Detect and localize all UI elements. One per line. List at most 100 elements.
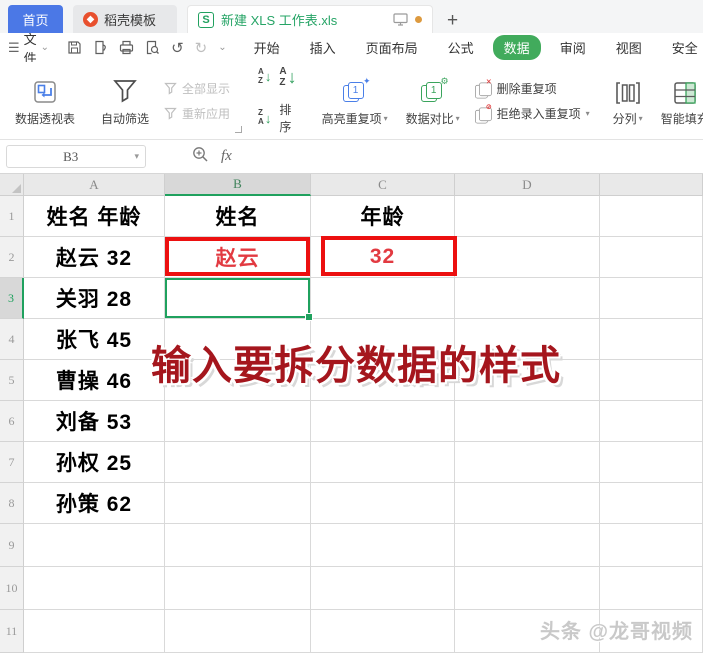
cell-C8[interactable]: [311, 483, 455, 524]
cell-A1[interactable]: 姓名 年龄: [24, 196, 165, 237]
cell-B10[interactable]: [165, 567, 311, 610]
text-to-columns-button[interactable]: 分列 ▾: [604, 62, 652, 139]
cell-D1[interactable]: [455, 196, 600, 237]
cell-E3[interactable]: [600, 278, 703, 319]
cell-E5[interactable]: [600, 360, 703, 401]
file-menu-button[interactable]: ☰ 文件 ⌄: [8, 29, 49, 67]
row-header-3-selected[interactable]: 3: [0, 278, 24, 319]
select-all-corner[interactable]: [0, 174, 24, 196]
cell-D8[interactable]: [455, 483, 600, 524]
smart-fill-button[interactable]: 智能填充: [652, 62, 703, 139]
cell-A10[interactable]: [24, 567, 165, 610]
tab-data-active[interactable]: 数据: [492, 35, 541, 60]
column-header-A[interactable]: A: [24, 174, 165, 196]
sort-ascending-icon[interactable]: AZ ↓: [258, 67, 271, 86]
formula-input[interactable]: [232, 140, 703, 173]
tab-review[interactable]: 审阅: [549, 35, 597, 60]
tab-security[interactable]: 安全: [661, 35, 703, 60]
column-header-C[interactable]: C: [311, 174, 455, 196]
cell-B9[interactable]: [165, 524, 311, 567]
tab-formulas[interactable]: 公式: [437, 35, 485, 60]
cell-D9[interactable]: [455, 524, 600, 567]
name-box[interactable]: B3 ▾: [6, 145, 146, 168]
cell-C6[interactable]: [311, 401, 455, 442]
cell-E10[interactable]: [600, 567, 703, 610]
tab-view[interactable]: 视图: [605, 35, 653, 60]
print-icon[interactable]: [119, 40, 134, 55]
cell-B2-highlighted[interactable]: 赵云: [165, 237, 311, 278]
cell-D3[interactable]: [455, 278, 600, 319]
tab-insert[interactable]: 插入: [299, 35, 347, 60]
reapply-button[interactable]: 重新应用: [164, 105, 230, 122]
cell-C2-highlighted[interactable]: 32: [311, 236, 457, 278]
sort-button-icon[interactable]: AZ ↓: [279, 66, 296, 88]
show-all-button[interactable]: 全部显示: [164, 80, 230, 97]
cell-A7[interactable]: 孙权 25: [24, 442, 165, 483]
cell-D6[interactable]: [455, 401, 600, 442]
cell-E2[interactable]: [600, 237, 703, 278]
cell-C9[interactable]: [311, 524, 455, 567]
cell-B8[interactable]: [165, 483, 311, 524]
row-header-9[interactable]: 9: [0, 524, 24, 567]
row-header-2[interactable]: 2: [0, 237, 24, 278]
row-header-11[interactable]: 11: [0, 610, 24, 653]
cell-B3-selected[interactable]: [165, 278, 313, 321]
sort-descending-icon[interactable]: ZA ↓: [258, 109, 271, 127]
cell-A11[interactable]: [24, 610, 165, 653]
name-box-caret-icon[interactable]: ▾: [134, 151, 145, 162]
cell-B11[interactable]: [165, 610, 311, 653]
cell-A8[interactable]: 孙策 62: [24, 483, 165, 524]
cell-E9[interactable]: [600, 524, 703, 567]
tab-document-active[interactable]: S 新建 XLS 工作表.xls: [187, 5, 433, 33]
cell-E7[interactable]: [600, 442, 703, 483]
tab-page-layout[interactable]: 页面布局: [355, 35, 429, 60]
cell-D2[interactable]: [455, 237, 600, 278]
cell-E8[interactable]: [600, 483, 703, 524]
data-compare-button[interactable]: 1 ⚙ 数据对比 ▾: [397, 62, 469, 139]
reject-duplicates-button[interactable]: ⊘ 拒绝录入重复项 ▾: [474, 102, 590, 123]
fx-icon[interactable]: fx: [221, 148, 232, 165]
screen-share-icon[interactable]: [393, 13, 408, 26]
cell-D7[interactable]: [455, 442, 600, 483]
row-header-4[interactable]: 4: [0, 319, 24, 360]
cell-C11[interactable]: [311, 610, 455, 653]
print-preview-icon[interactable]: [145, 40, 160, 55]
dialog-launcher-icon[interactable]: [235, 126, 243, 133]
cell-A6[interactable]: 刘备 53: [24, 401, 165, 442]
column-header-B-selected[interactable]: B: [165, 174, 311, 196]
cell-C10[interactable]: [311, 567, 455, 610]
autofilter-button[interactable]: 自动筛选: [92, 62, 158, 139]
undo-icon[interactable]: ↺: [171, 39, 184, 57]
row-header-5[interactable]: 5: [0, 360, 24, 401]
row-header-7[interactable]: 7: [0, 442, 24, 483]
cell-B6[interactable]: [165, 401, 311, 442]
cell-A9[interactable]: [24, 524, 165, 567]
cell-A5[interactable]: 曹操 46: [24, 360, 165, 401]
cell-E6[interactable]: [600, 401, 703, 442]
column-header-D[interactable]: D: [455, 174, 600, 196]
row-header-10[interactable]: 10: [0, 567, 24, 610]
save-icon[interactable]: [67, 40, 82, 55]
redo-icon[interactable]: ↻: [195, 39, 208, 57]
sort-label[interactable]: 排序: [279, 101, 296, 135]
tab-templates[interactable]: ◆ 稻壳模板: [73, 5, 177, 33]
row-header-8[interactable]: 8: [0, 483, 24, 524]
cell-A4[interactable]: 张飞 45: [24, 319, 165, 360]
cell-E1[interactable]: [600, 196, 703, 237]
row-header-6[interactable]: 6: [0, 401, 24, 442]
cell-D10[interactable]: [455, 567, 600, 610]
tab-start[interactable]: 开始: [243, 35, 291, 60]
tab-home[interactable]: 首页: [8, 5, 63, 33]
cell-A3[interactable]: 关羽 28: [24, 278, 165, 319]
cell-B7[interactable]: [165, 442, 311, 483]
cell-B1[interactable]: 姓名: [165, 196, 311, 237]
highlight-duplicates-button[interactable]: 1 ✦ 高亮重复项 ▾: [313, 62, 397, 139]
export-pdf-icon[interactable]: [93, 40, 108, 55]
cell-A2[interactable]: 赵云 32: [24, 237, 165, 278]
new-tab-button[interactable]: +: [447, 11, 458, 30]
cell-E4[interactable]: [600, 319, 703, 360]
cell-C3[interactable]: [311, 278, 455, 319]
pivot-table-button[interactable]: 数据透视表: [6, 62, 84, 139]
remove-duplicates-button[interactable]: ✕ 删除重复项: [474, 77, 590, 98]
column-header-E[interactable]: [600, 174, 703, 196]
